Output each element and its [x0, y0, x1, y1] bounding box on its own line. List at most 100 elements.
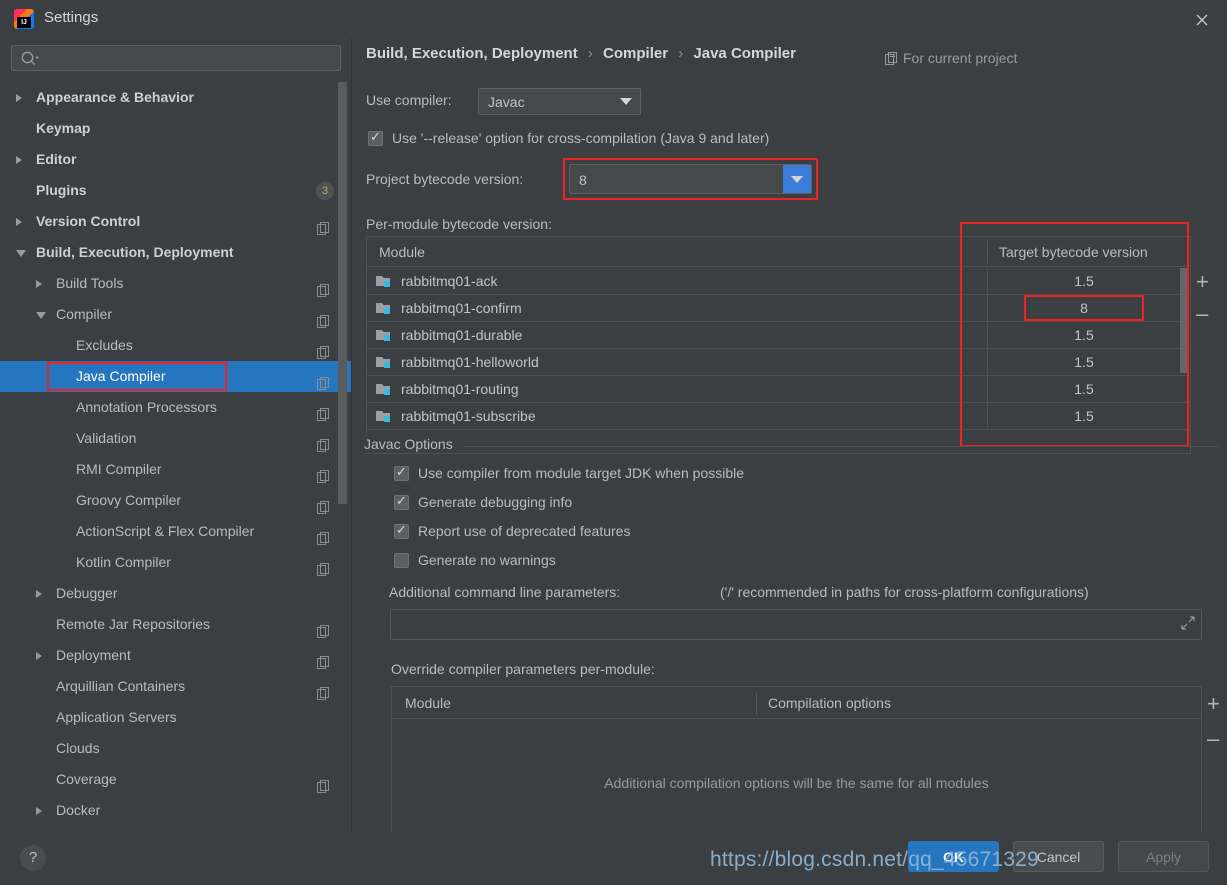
additional-params-label: Additional command line parameters: [389, 584, 621, 600]
use-compiler-value: Javac [488, 94, 525, 110]
sidebar-item-label: Clouds [56, 740, 100, 756]
help-button[interactable]: ? [20, 845, 46, 871]
breadcrumb-part-3[interactable]: Java Compiler [693, 45, 796, 62]
sidebar-item-version-control[interactable]: Version Control [0, 206, 352, 237]
sidebar-item-label: Keymap [36, 120, 91, 136]
remove-override-button[interactable]: – [1207, 728, 1219, 750]
sidebar-item-keymap[interactable]: Keymap [0, 113, 352, 144]
table-row[interactable]: rabbitmq01-helloworld 1.5 [367, 349, 1190, 376]
sidebar-item-coverage[interactable]: Coverage [0, 764, 352, 795]
add-module-button[interactable]: + [1196, 271, 1209, 293]
expand-icon[interactable] [1181, 616, 1195, 630]
sidebar-item-label: Appearance & Behavior [36, 89, 194, 105]
sidebar-item-remote-jar-repositories[interactable]: Remote Jar Repositories [0, 609, 352, 640]
settings-tree: Appearance & Behavior Keymap Editor Plugins… [0, 82, 352, 833]
sidebar-item-actionscript-flex-compiler[interactable]: ActionScript & Flex Compiler [0, 516, 352, 547]
sidebar-item-label: Kotlin Compiler [76, 554, 171, 570]
settings-sidebar: Appearance & Behavior Keymap Editor Plugins… [0, 38, 352, 833]
javac-option-checkbox[interactable]: Report use of deprecated features [394, 521, 630, 539]
chevron-right-icon[interactable] [16, 218, 22, 226]
chevron-right-icon[interactable] [36, 280, 42, 288]
target-bytecode-value[interactable]: 8 [988, 295, 1180, 322]
chevron-right-icon[interactable] [36, 590, 42, 598]
sidebar-item-label: Annotation Processors [76, 399, 217, 415]
sidebar-item-kotlin-compiler[interactable]: Kotlin Compiler [0, 547, 352, 578]
sidebar-item-label: Arquillian Containers [56, 678, 186, 694]
sidebar-item-plugins[interactable]: Plugins 3 [0, 175, 352, 206]
breadcrumb-part-2[interactable]: Compiler [603, 45, 668, 62]
sidebar-item-label: Remote Jar Repositories [56, 616, 211, 632]
settings-dialog: Settings Appearance & Behavior Keymap Edit… [0, 0, 1227, 885]
additional-params-input[interactable] [390, 609, 1202, 640]
table-row[interactable]: rabbitmq01-routing 1.5 [367, 376, 1190, 403]
copy-scope-icon [317, 494, 330, 514]
search-input[interactable] [42, 47, 334, 69]
javac-option-checkbox[interactable]: Use compiler from module target JDK when… [394, 463, 744, 481]
table-row[interactable]: rabbitmq01-confirm 8 [367, 295, 1190, 322]
project-bytecode-select[interactable]: 8 [569, 164, 812, 194]
sidebar-item-clouds[interactable]: Clouds [0, 733, 352, 764]
target-bytecode-value[interactable]: 1.5 [988, 376, 1180, 403]
chevron-right-icon[interactable] [16, 94, 22, 102]
sidebar-item-excludes[interactable]: Excludes [0, 330, 352, 361]
release-option-checkbox[interactable]: Use '--release' option for cross-compila… [368, 128, 769, 146]
target-bytecode-value[interactable]: 1.5 [988, 349, 1180, 376]
column-header-compilation-options[interactable]: Compilation options [768, 687, 891, 719]
sidebar-item-debugger[interactable]: Debugger [0, 578, 352, 609]
module-folder-icon [376, 355, 392, 369]
sidebar-item-compiler[interactable]: Compiler [0, 299, 352, 330]
sidebar-item-validation[interactable]: Validation [0, 423, 352, 454]
sidebar-item-groovy-compiler[interactable]: Groovy Compiler [0, 485, 352, 516]
override-table-header: Module Compilation options [392, 687, 1201, 719]
sidebar-item-docker[interactable]: Docker [0, 795, 352, 826]
chevron-right-icon[interactable] [36, 652, 42, 660]
target-bytecode-value[interactable]: 1.5 [988, 322, 1180, 349]
javac-option-checkbox[interactable]: Generate debugging info [394, 492, 572, 510]
close-icon[interactable] [1191, 8, 1213, 30]
chevron-down-icon[interactable] [783, 165, 811, 193]
chevron-down-icon[interactable] [16, 250, 26, 261]
sidebar-item-arquillian-containers[interactable]: Arquillian Containers [0, 671, 352, 702]
target-bytecode-value[interactable]: 1.5 [988, 268, 1180, 295]
table-row[interactable]: rabbitmq01-subscribe 1.5 [367, 403, 1190, 430]
sidebar-item-appearance-behavior[interactable]: Appearance & Behavior [0, 82, 352, 113]
add-override-button[interactable]: + [1207, 693, 1220, 715]
javac-option-checkbox[interactable]: Generate no warnings [394, 550, 556, 568]
remove-module-button[interactable]: – [1196, 303, 1208, 325]
search-field[interactable] [11, 45, 341, 71]
breadcrumb-part-1[interactable]: Build, Execution, Deployment [366, 45, 578, 62]
module-table-scrollbar-thumb[interactable] [1180, 268, 1189, 373]
sidebar-item-java-compiler[interactable]: Java Compiler [0, 361, 352, 392]
checkbox-box [394, 553, 409, 568]
column-header-module[interactable]: Module [405, 687, 451, 719]
sidebar-item-label: ActionScript & Flex Compiler [76, 523, 255, 539]
table-row[interactable]: rabbitmq01-durable 1.5 [367, 322, 1190, 349]
use-compiler-select[interactable]: Javac [478, 88, 641, 115]
chevron-right-icon[interactable] [36, 807, 42, 815]
sidebar-item-build-execution-deployment[interactable]: Build, Execution, Deployment [0, 237, 352, 268]
sidebar-scrollbar-thumb[interactable] [338, 82, 347, 504]
sidebar-item-label: Build, Execution, Deployment [36, 244, 234, 260]
sidebar-item-build-tools[interactable]: Build Tools [0, 268, 352, 299]
sidebar-divider [351, 38, 352, 833]
watermark: https://blog.csdn.net/qq_45671329 [710, 848, 1039, 871]
target-bytecode-value[interactable]: 1.5 [988, 403, 1180, 430]
per-module-bytecode-label: Per-module bytecode version: [366, 216, 552, 232]
javac-option-label: Generate debugging info [418, 494, 573, 510]
sidebar-item-application-servers[interactable]: Application Servers [0, 702, 352, 733]
sidebar-item-rmi-compiler[interactable]: RMI Compiler [0, 454, 352, 485]
sidebar-item-editor[interactable]: Editor [0, 144, 352, 175]
chevron-right-icon[interactable] [16, 156, 22, 164]
apply-button[interactable]: Apply [1118, 841, 1209, 872]
copy-scope-icon [317, 773, 330, 793]
column-divider[interactable] [756, 692, 757, 715]
for-current-project-text: For current project [903, 50, 1018, 66]
sidebar-item-deployment[interactable]: Deployment [0, 640, 352, 671]
chevron-down-icon[interactable] [612, 89, 640, 114]
sidebar-item-annotation-processors[interactable]: Annotation Processors [0, 392, 352, 423]
checkbox-box [368, 129, 383, 146]
chevron-down-icon[interactable] [36, 312, 46, 323]
sidebar-item-label: Version Control [36, 213, 141, 229]
checkbox-box [394, 493, 409, 510]
table-row[interactable]: rabbitmq01-ack 1.5 [367, 268, 1190, 295]
